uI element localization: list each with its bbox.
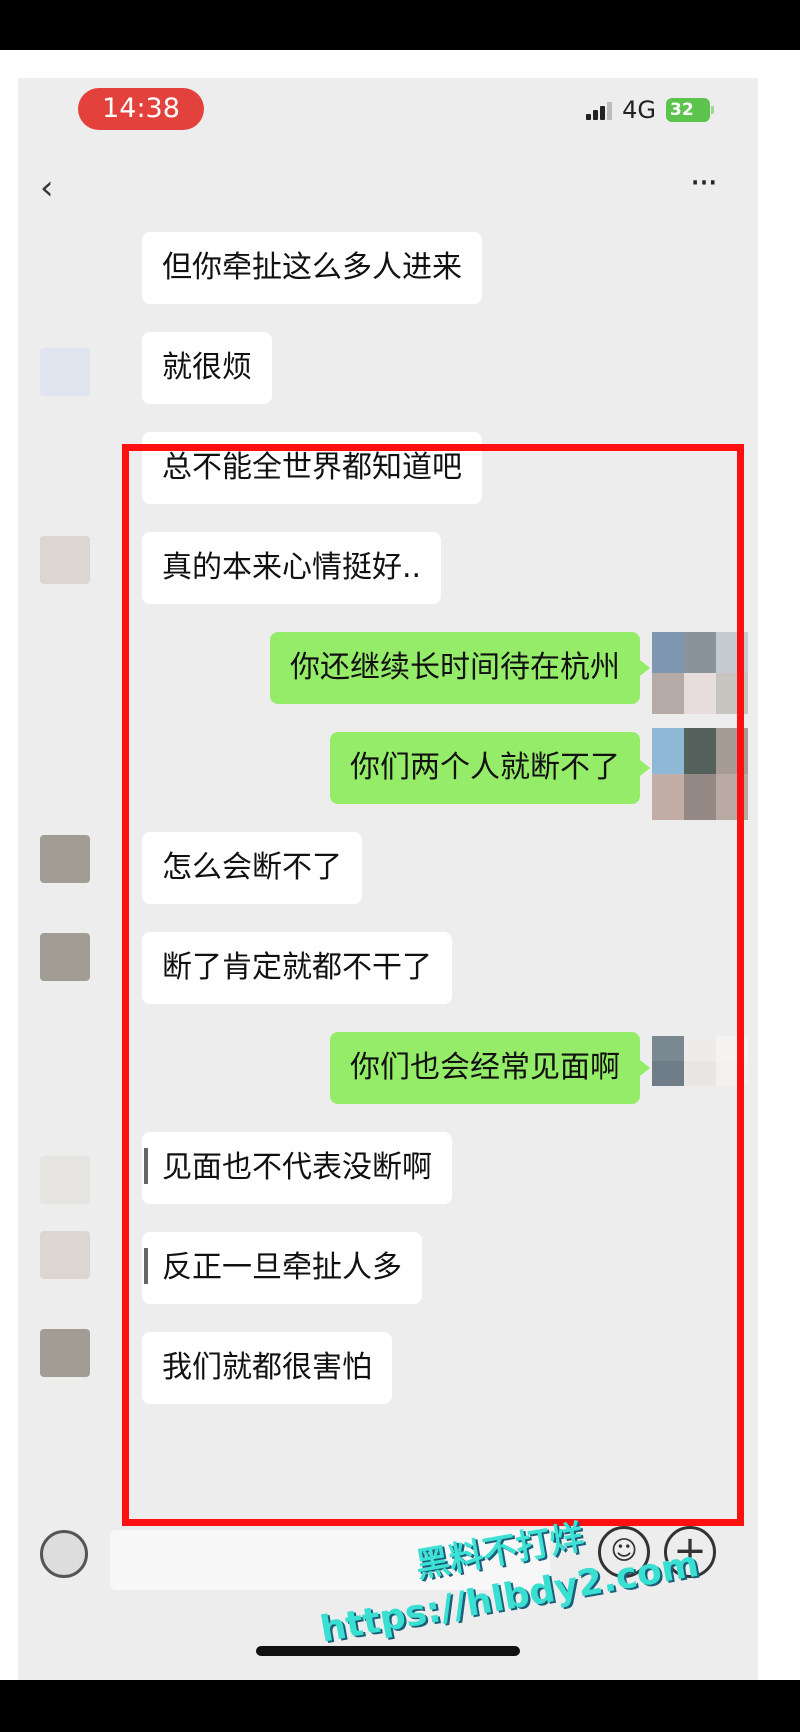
message-bubble-received[interactable]: 但你牵扯这么多人进来 — [142, 232, 482, 304]
screenshot-photo: 14:38 4G 32 ‹ ··· 但你牵扯这么多人进来 就很烦 总不能全世界都… — [0, 50, 800, 1680]
voice-icon[interactable] — [40, 1530, 88, 1578]
avatar[interactable] — [40, 1329, 90, 1377]
highlight-box — [122, 444, 744, 1526]
avatar[interactable] — [40, 933, 90, 981]
avatar[interactable] — [40, 835, 90, 883]
avatar[interactable] — [40, 536, 90, 584]
avatar[interactable] — [40, 1231, 90, 1279]
avatar[interactable] — [40, 1156, 90, 1204]
chat-screen: 14:38 4G 32 ‹ ··· 但你牵扯这么多人进来 就很烦 总不能全世界都… — [18, 78, 758, 1680]
avatar[interactable] — [40, 348, 90, 396]
message-bubble-received[interactable]: 就很烦 — [142, 332, 272, 404]
